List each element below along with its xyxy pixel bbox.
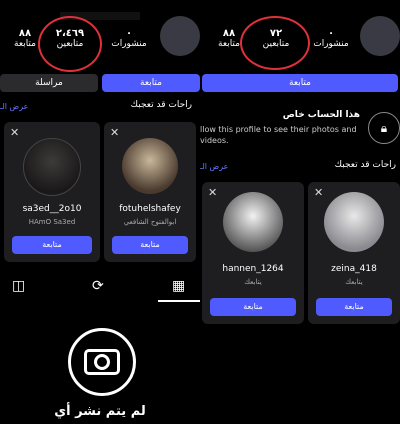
suggestion-follow-button[interactable]: متابعة — [12, 236, 92, 254]
profile-avatar[interactable] — [360, 16, 400, 56]
follow-button[interactable]: متابعة — [102, 74, 200, 92]
private-title: هذا الحساب خاص — [282, 110, 360, 120]
suggestion-card[interactable]: ✕ sa3ed__2o10 HAmO Sa3ed متابعة — [4, 122, 100, 262]
message-button[interactable]: مراسلة — [0, 74, 98, 92]
suggested-title: راحات قد تعجبك — [334, 160, 396, 170]
close-icon[interactable]: ✕ — [314, 186, 323, 199]
suggestion-username[interactable]: zeina_418 — [308, 264, 400, 274]
suggestion-avatar — [122, 138, 178, 194]
reels-icon[interactable]: ⟳ — [92, 278, 104, 294]
active-tab-indicator — [158, 300, 200, 302]
profile-avatar[interactable] — [160, 16, 200, 56]
profile-panel-right: ٨٨ متابعة ٧٢ متابعين ٠ منشورات متابعة 🔒︎… — [200, 0, 400, 330]
suggestion-card[interactable]: ✕ hannen_1264 يتابعك متابعة — [202, 182, 304, 324]
profile-panel-left: ٨٨ متابعة ٢،٤٦٩ متابعين ٠ منشورات مراسلة… — [0, 0, 200, 424]
close-icon[interactable]: ✕ — [208, 186, 217, 199]
suggestion-follow-button[interactable]: متابعة — [210, 298, 296, 316]
suggestion-avatar — [223, 192, 283, 252]
camera-icon — [68, 328, 136, 396]
empty-posts-text: لم يتم نشر أي — [54, 404, 146, 419]
suggestion-subtitle: ابوالفتوح الشافعي — [123, 218, 177, 226]
suggestion-avatar — [23, 138, 81, 196]
see-all-link[interactable]: عرض الـ — [0, 102, 28, 111]
lock-icon: 🔒︎ — [368, 112, 400, 144]
suggestion-follow-button[interactable]: متابعة — [316, 298, 392, 316]
close-icon[interactable]: ✕ — [110, 126, 119, 139]
following-stat[interactable]: ٨٨ متابعة — [8, 28, 42, 49]
suggestion-avatar — [324, 192, 384, 252]
suggestion-username[interactable]: fotuhelshafey — [104, 204, 196, 214]
profile-tabs: ◫ ⟳ ▦ — [0, 272, 200, 302]
grid-icon[interactable]: ▦ — [172, 278, 185, 294]
suggestion-follow-button[interactable]: متابعة — [112, 236, 188, 254]
posts-stat[interactable]: ٠ منشورات — [306, 28, 356, 49]
suggestion-username[interactable]: sa3ed__2o10 — [4, 204, 100, 214]
suggestion-subtitle: HAmO Sa3ed — [28, 218, 76, 226]
suggestion-card[interactable]: ✕ zeina_418 يتابعك متابعة — [308, 182, 400, 324]
red-annotation-circle — [240, 16, 310, 70]
suggestion-card[interactable]: ✕ fotuhelshafey ابوالفتوح الشافعي متابعة — [104, 122, 196, 262]
see-all-link[interactable]: عرض الـ — [200, 162, 228, 171]
private-text: llow this profile to see their photos an… — [200, 125, 357, 145]
suggestion-username[interactable]: hannen_1264 — [202, 264, 304, 274]
red-annotation-circle — [38, 16, 102, 72]
follow-button[interactable]: متابعة — [202, 74, 398, 92]
close-icon[interactable]: ✕ — [10, 126, 19, 139]
suggestion-subtitle: يتابعك — [244, 278, 262, 286]
suggested-title: راحات قد تعجبك — [130, 100, 192, 110]
tagged-icon[interactable]: ◫ — [12, 278, 25, 294]
suggestion-subtitle: يتابعك — [345, 278, 363, 286]
posts-stat[interactable]: ٠ منشورات — [104, 28, 154, 49]
